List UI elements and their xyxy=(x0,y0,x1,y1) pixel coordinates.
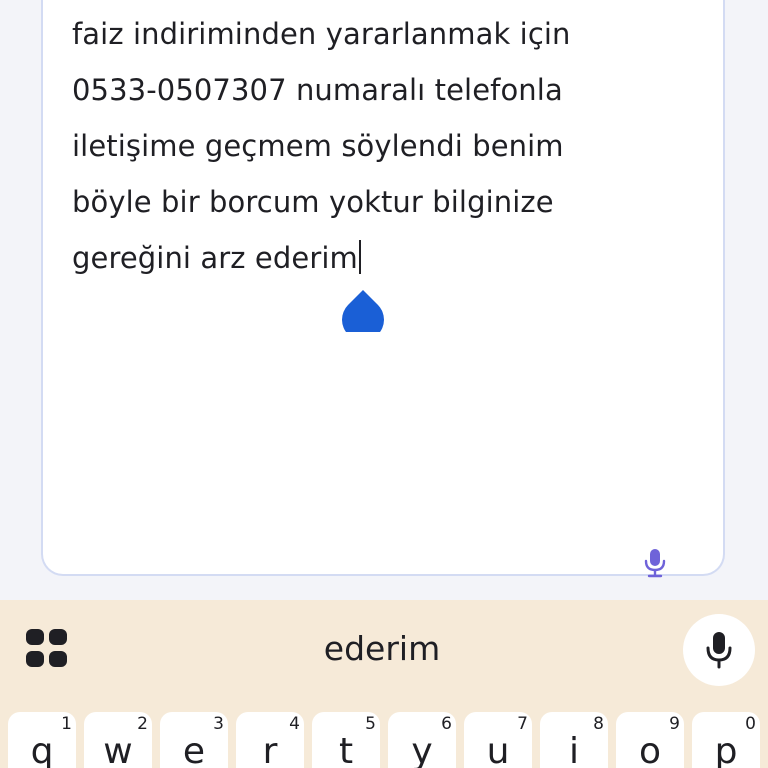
text-line: faiz indiriminden yararlanmak için xyxy=(72,17,571,51)
grid-apps-icon[interactable] xyxy=(22,626,72,672)
key-letter: e xyxy=(182,731,206,768)
key-letter: p xyxy=(714,731,738,768)
screen: faiz indiriminden yararlanmak için 0533-… xyxy=(0,0,768,768)
key-digit: 4 xyxy=(289,714,300,734)
text-line: böyle bir borcum yoktur bilginize xyxy=(72,185,554,219)
voice-input-button[interactable] xyxy=(683,614,755,686)
key-letter: o xyxy=(638,731,662,768)
text-line: 0533-0507307 numaralı telefonla xyxy=(72,73,563,107)
text-line: gereğini arz ederim xyxy=(72,241,358,275)
key-digit: 1 xyxy=(61,714,72,734)
key-u[interactable]: u 7 xyxy=(464,712,532,768)
key-letter: u xyxy=(486,731,510,768)
key-digit: 9 xyxy=(669,714,680,734)
key-w[interactable]: w 2 xyxy=(84,712,152,768)
keyboard-toolbar: ederim xyxy=(0,600,768,700)
key-letter: t xyxy=(338,731,354,768)
key-digit: 5 xyxy=(365,714,376,734)
key-t[interactable]: t 5 xyxy=(312,712,380,768)
key-letter: y xyxy=(411,731,433,768)
key-i[interactable]: i 8 xyxy=(540,712,608,768)
message-text[interactable]: faiz indiriminden yararlanmak için 0533-… xyxy=(72,6,692,286)
text-caret xyxy=(358,240,361,274)
key-digit: 6 xyxy=(441,714,452,734)
key-letter: r xyxy=(262,731,278,768)
text-line-last: gereğini arz ederim xyxy=(72,230,692,286)
key-digit: 8 xyxy=(593,714,604,734)
keyboard-top-row: q 1 w 2 e 3 r 4 t 5 y 6 u 7 i 8 o 9 p 0 xyxy=(0,712,768,768)
message-text-area[interactable]: faiz indiriminden yararlanmak için 0533-… xyxy=(41,0,725,576)
key-p[interactable]: p 0 xyxy=(692,712,760,768)
key-y[interactable]: y 6 xyxy=(388,712,456,768)
key-digit: 0 xyxy=(745,714,756,734)
key-e[interactable]: e 3 xyxy=(160,712,228,768)
key-q[interactable]: q 1 xyxy=(8,712,76,768)
key-letter: i xyxy=(568,731,579,768)
key-digit: 3 xyxy=(213,714,224,734)
text-line: iletişime geçmem söylendi benim xyxy=(72,129,564,163)
key-r[interactable]: r 4 xyxy=(236,712,304,768)
microphone-icon[interactable] xyxy=(643,548,667,578)
keyboard: ederim q 1 w 2 e 3 r 4 t 5 y 6 u 7 i 8 o… xyxy=(0,600,768,768)
microphone-icon xyxy=(706,632,732,669)
key-letter: w xyxy=(103,731,133,768)
key-o[interactable]: o 9 xyxy=(616,712,684,768)
key-digit: 7 xyxy=(517,714,528,734)
key-digit: 2 xyxy=(137,714,148,734)
cursor-handle[interactable] xyxy=(342,290,384,332)
suggestion-chip[interactable]: ederim xyxy=(232,620,532,678)
key-letter: q xyxy=(30,731,54,768)
